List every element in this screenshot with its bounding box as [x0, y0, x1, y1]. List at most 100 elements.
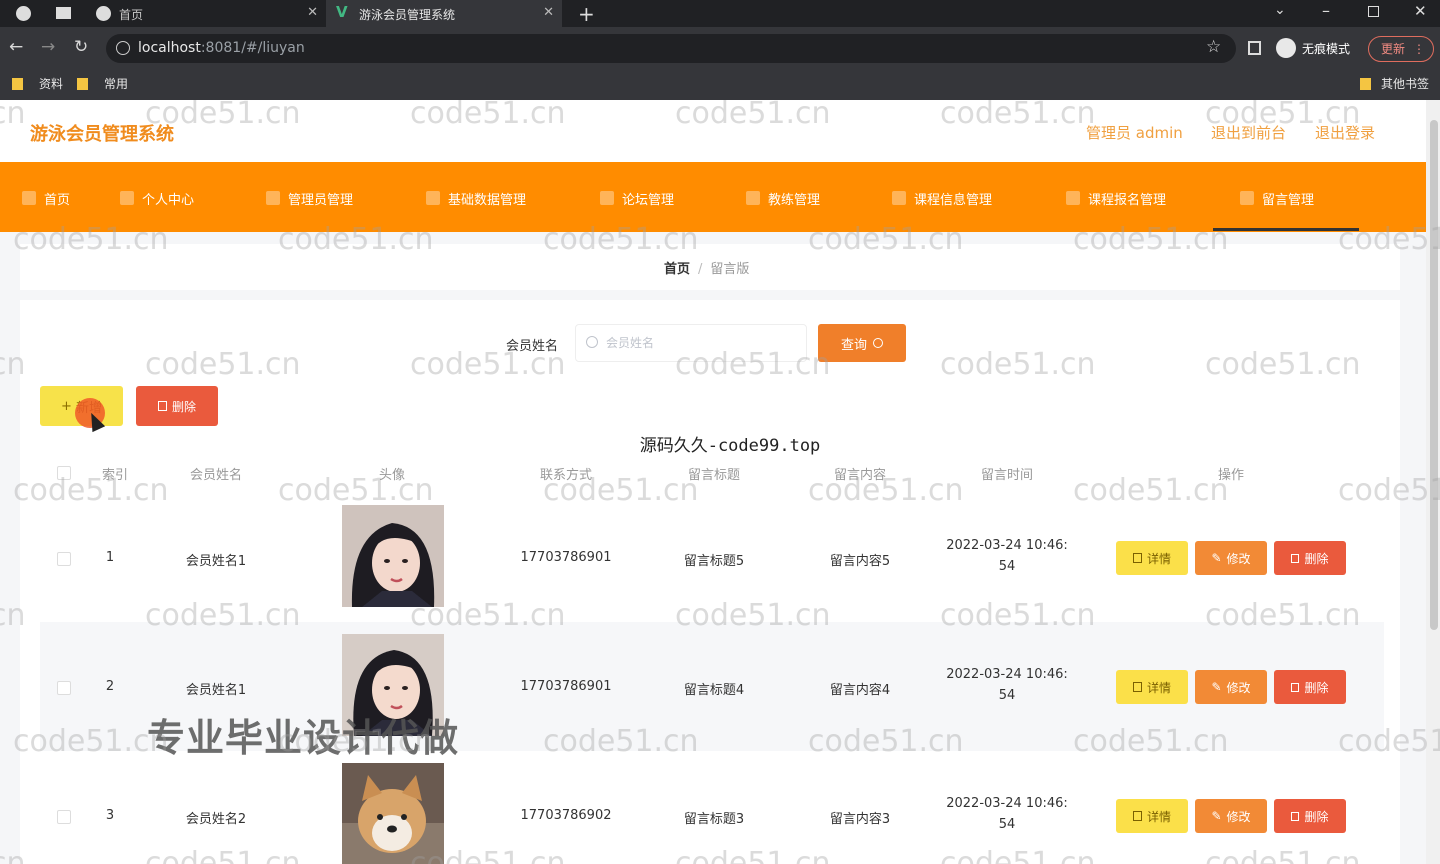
- pencil-icon: ✎: [1211, 551, 1222, 565]
- nav-item-base-data[interactable]: 基础数据管理: [426, 188, 526, 208]
- overlay-site-title: 源码久久-code99.top: [639, 436, 821, 456]
- detail-button[interactable]: 详情: [1116, 799, 1188, 833]
- nav-label: 基础数据管理: [448, 192, 527, 208]
- forward-icon[interactable]: →: [41, 37, 55, 57]
- select-all-checkbox[interactable]: [57, 466, 71, 480]
- table-row: 1 会员姓名1 17703786901 留言标题5 留言内容5 2022-03-…: [40, 493, 1384, 622]
- nav-label: 个人中心: [142, 192, 195, 208]
- edit-button[interactable]: ✎ 修改: [1195, 799, 1267, 833]
- cell-message-title: 留言标题5: [683, 554, 745, 569]
- cell-member-name: 会员姓名1: [185, 554, 247, 569]
- edit-button[interactable]: ✎ 修改: [1195, 670, 1267, 704]
- nav-item-forum[interactable]: 论坛管理: [600, 188, 674, 208]
- pencil-icon: ✎: [1211, 809, 1222, 823]
- browser-tab-home[interactable]: 首页 ✕: [86, 0, 326, 27]
- time-line: 54: [998, 688, 1016, 703]
- detail-label: 详情: [1146, 551, 1171, 566]
- time-line: 2022-03-24 10:46:: [946, 796, 1068, 811]
- edit-button[interactable]: ✎ 修改: [1195, 541, 1267, 575]
- admin-icon: [266, 191, 280, 205]
- query-label: 查询: [840, 337, 867, 353]
- reload-icon[interactable]: ↻: [74, 37, 88, 57]
- nav-item-admin[interactable]: 管理员管理: [266, 188, 353, 208]
- admin-label: 管理员 admin: [1086, 124, 1183, 142]
- bookmark-label: 常用: [104, 77, 129, 91]
- incognito-badge[interactable]: 无痕模式: [1276, 38, 1350, 58]
- cell-message-time: 2022-03-24 10:46: 54: [937, 796, 1077, 832]
- app-brand: 游泳会员管理系统: [30, 124, 174, 145]
- user-icon: [120, 191, 134, 205]
- close-icon[interactable]: ✕: [307, 5, 318, 20]
- scrollbar-thumb[interactable]: [1430, 120, 1438, 630]
- batch-delete-button[interactable]: 删除: [136, 386, 218, 426]
- nav-item-coach[interactable]: 教练管理: [746, 188, 820, 208]
- update-button[interactable]: 更新 ⋮: [1368, 36, 1434, 62]
- tab-search-icon[interactable]: ⌄: [1274, 2, 1286, 18]
- member-name-search-input[interactable]: [575, 324, 807, 362]
- breadcrumb-separator: /: [698, 262, 703, 277]
- detail-button[interactable]: 详情: [1116, 670, 1188, 704]
- logout-link[interactable]: 退出登录: [1315, 122, 1375, 143]
- exit-to-front-link[interactable]: 退出到前台: [1211, 122, 1286, 143]
- cell-index: 3: [105, 808, 115, 823]
- address-input[interactable]: localhost:8081/#/liuyan: [106, 34, 1236, 63]
- trash-icon: [1291, 811, 1300, 821]
- nav-label: 管理员管理: [288, 192, 354, 208]
- close-window-icon[interactable]: ✕: [1414, 2, 1427, 20]
- cell-phone: 17703786902: [520, 808, 612, 823]
- sidepanel-icon[interactable]: [1248, 41, 1261, 55]
- cell-message-content: 留言内容4: [829, 683, 891, 698]
- time-line: 54: [998, 817, 1016, 832]
- detail-button[interactable]: 详情: [1116, 541, 1188, 575]
- info-icon: [116, 41, 130, 55]
- table-row: 3 会员姓名2 17703786902 留言标题3 留言内容3 2022-03-…: [40, 751, 1384, 864]
- nav-label: 教练管理: [768, 192, 821, 208]
- forum-icon: [600, 191, 614, 205]
- query-button[interactable]: 查询: [818, 324, 906, 362]
- delete-label: 删除: [1304, 809, 1329, 824]
- browser-tab-switcher[interactable]: [0, 0, 86, 27]
- browser-tab-app[interactable]: V 游泳会员管理系统 ✕: [326, 0, 562, 27]
- row-checkbox[interactable]: [57, 552, 71, 566]
- bookmark-label: 资料: [39, 77, 64, 91]
- table-header: 索引 会员姓名 头像 联系方式 留言标题 留言内容 留言时间 操作: [40, 454, 1384, 492]
- coach-icon: [746, 191, 760, 205]
- minimize-icon[interactable]: –: [1322, 1, 1330, 20]
- bookmark-folder-changyong[interactable]: 常用: [77, 75, 128, 92]
- delete-button[interactable]: 删除: [1274, 541, 1346, 575]
- close-icon[interactable]: ✕: [543, 5, 554, 20]
- bookmark-folder-ziliao[interactable]: 资料: [12, 75, 63, 92]
- nav-active-indicator: [1213, 228, 1359, 231]
- row-checkbox[interactable]: [57, 810, 71, 824]
- detail-label: 详情: [1146, 680, 1171, 695]
- star-icon[interactable]: ☆: [1206, 37, 1221, 57]
- plus-icon: +: [61, 398, 72, 414]
- nav-item-course-signup[interactable]: 课程报名管理: [1066, 188, 1166, 208]
- document-icon: [1132, 553, 1142, 563]
- restore-icon[interactable]: [1368, 6, 1379, 17]
- row-checkbox[interactable]: [57, 681, 71, 695]
- nav-item-home[interactable]: 首页: [22, 188, 70, 208]
- globe-icon: [16, 6, 31, 21]
- breadcrumb-home[interactable]: 首页: [664, 262, 690, 277]
- delete-button[interactable]: 删除: [1274, 799, 1346, 833]
- back-icon[interactable]: ←: [9, 37, 23, 57]
- new-tab-icon[interactable]: +: [578, 2, 595, 26]
- document-icon: [1132, 811, 1142, 821]
- bookmark-label: 其他书签: [1381, 77, 1430, 91]
- delete-button[interactable]: 删除: [1274, 670, 1346, 704]
- column-header: 留言时间: [980, 468, 1033, 483]
- bookmark-folder-other[interactable]: 其他书签: [1360, 75, 1429, 92]
- delete-label: 删除: [171, 399, 196, 414]
- cell-phone: 17703786901: [520, 679, 612, 694]
- tab-title: 游泳会员管理系统: [359, 8, 456, 22]
- app-header: 游泳会员管理系统 管理员 admin 退出到前台 退出登录: [0, 100, 1440, 162]
- folder-icon: [12, 77, 23, 90]
- pencil-icon: ✎: [1211, 680, 1222, 694]
- nav-item-profile[interactable]: 个人中心: [120, 188, 194, 208]
- edit-label: 修改: [1226, 551, 1251, 566]
- time-line: 54: [998, 559, 1016, 574]
- column-header: 会员姓名: [189, 468, 242, 483]
- nav-item-course-info[interactable]: 课程信息管理: [892, 188, 992, 208]
- nav-item-message[interactable]: 留言管理: [1240, 188, 1314, 208]
